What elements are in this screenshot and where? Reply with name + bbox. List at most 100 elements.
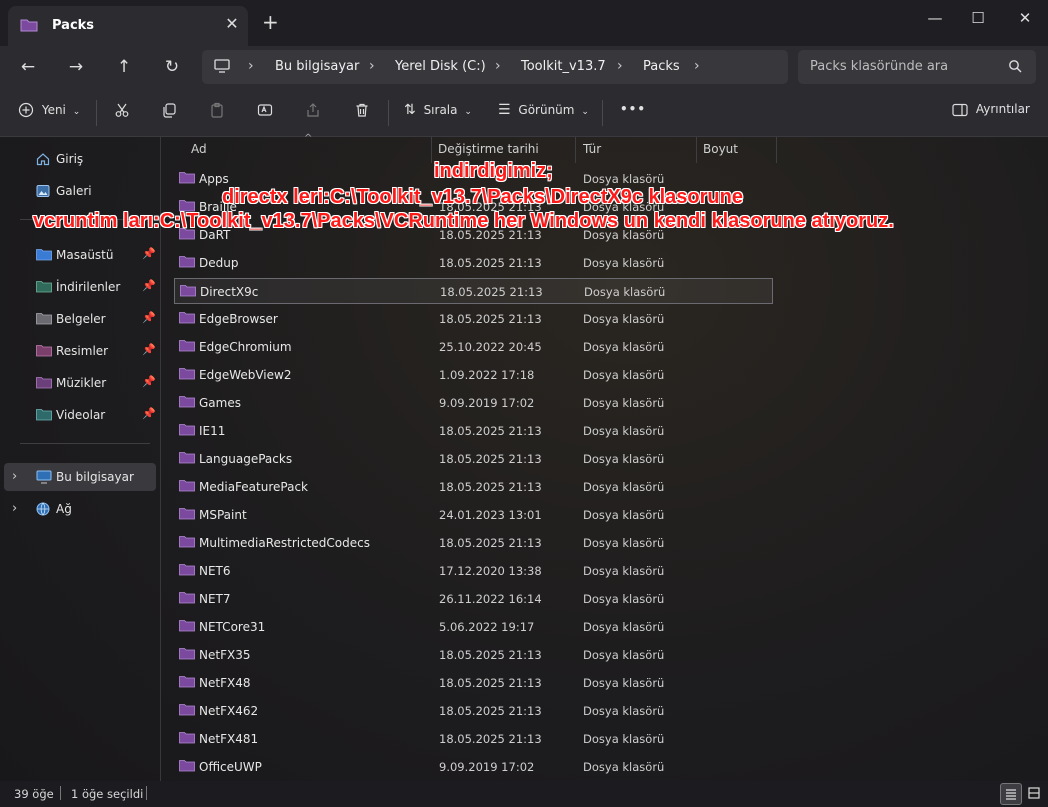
file-row-netfx481[interactable]: NetFX481 18.05.2025 21:13 Dosya klasörü xyxy=(174,726,772,752)
forward-arrow-icon[interactable]: → xyxy=(63,54,89,80)
rename-icon xyxy=(257,104,273,116)
details-view-button[interactable] xyxy=(1000,783,1022,805)
file-date: 18.05.2025 21:13 xyxy=(439,704,542,718)
pin-icon[interactable]: 📌 xyxy=(142,311,156,324)
breadcrumb-chevron-icon[interactable]: › xyxy=(694,58,700,74)
file-row-dedup[interactable]: Dedup 18.05.2025 21:13 Dosya klasörü xyxy=(174,250,772,276)
sidebar-item-this-pc[interactable]: › Bu bilgisayar xyxy=(4,463,156,491)
delete-button[interactable] xyxy=(354,102,370,122)
share-button[interactable] xyxy=(305,102,321,122)
copy-button[interactable] xyxy=(161,102,177,122)
breadcrumb-local-disk[interactable]: Yerel Disk (C:) xyxy=(395,59,486,74)
breadcrumb-packs[interactable]: Packs xyxy=(643,59,680,74)
file-row-edgewebview2[interactable]: EdgeWebView2 1.09.2022 17:18 Dosya klasörü xyxy=(174,362,772,388)
file-date: 24.01.2023 13:01 xyxy=(439,508,542,522)
search-input[interactable]: Packs klasöründe ara xyxy=(810,59,948,74)
selected-count: 1 öğe seçildi xyxy=(71,787,144,801)
paste-button[interactable] xyxy=(209,102,225,122)
file-row-netfx48[interactable]: NetFX48 18.05.2025 21:13 Dosya klasörü xyxy=(174,670,772,696)
file-name: Games xyxy=(199,396,241,410)
sidebar-item-label: Bu bilgisayar xyxy=(56,470,134,484)
file-name: Dedup xyxy=(199,256,239,270)
file-row-netfx462[interactable]: NetFX462 18.05.2025 21:13 Dosya klasörü xyxy=(174,698,772,724)
pin-icon[interactable]: 📌 xyxy=(142,279,156,292)
more-options-button[interactable]: ••• xyxy=(620,102,646,122)
item-count: 39 öğe xyxy=(14,787,54,801)
home-icon xyxy=(36,152,50,169)
file-row-net6[interactable]: NET6 17.12.2020 13:38 Dosya klasörü xyxy=(174,558,772,584)
refresh-icon[interactable]: ↻ xyxy=(159,54,185,80)
column-type[interactable]: Tür xyxy=(583,142,601,156)
file-name: NetFX462 xyxy=(199,704,259,718)
folder-icon xyxy=(179,619,195,635)
chevron-right-icon[interactable]: › xyxy=(12,501,17,516)
plus-circle-icon xyxy=(18,102,34,118)
minimize-button[interactable]: — xyxy=(920,8,950,28)
column-name[interactable]: Ad xyxy=(191,142,207,156)
file-row-officeuwp[interactable]: OfficeUWP 9.09.2019 17:02 Dosya klasörü xyxy=(174,754,772,780)
sidebar-item-desktop[interactable]: Masaüstü 📌 xyxy=(4,241,156,269)
file-row-ie11[interactable]: IE11 18.05.2025 21:13 Dosya klasörü xyxy=(174,418,772,444)
rename-button[interactable] xyxy=(257,102,273,122)
file-date: 18.05.2025 21:13 xyxy=(439,256,542,270)
file-type: Dosya klasörü xyxy=(583,480,665,494)
file-row-multimediarestrictedcodecs[interactable]: MultimediaRestrictedCodecs 18.05.2025 21:… xyxy=(174,530,772,556)
file-type: Dosya klasörü xyxy=(583,564,665,578)
sidebar-item-gallery[interactable]: Galeri xyxy=(4,177,156,205)
breadcrumb-chevron-icon: › xyxy=(369,58,375,74)
column-date[interactable]: Değiştirme tarihi xyxy=(438,142,539,156)
pin-icon[interactable]: 📌 xyxy=(142,343,156,356)
sidebar-item-pictures[interactable]: Resimler 📌 xyxy=(4,337,156,365)
close-button[interactable]: ✕ xyxy=(1010,8,1040,28)
sidebar-item-downloads[interactable]: İndirilenler 📌 xyxy=(4,273,156,301)
chevron-right-icon[interactable]: › xyxy=(12,469,17,484)
sidebar-item-videos[interactable]: Videolar 📌 xyxy=(4,401,156,429)
file-row-edgechromium[interactable]: EdgeChromium 25.10.2022 20:45 Dosya klasör… xyxy=(174,334,772,360)
sidebar-item-label: Galeri xyxy=(56,184,92,198)
tiles-view-button[interactable] xyxy=(1024,783,1044,803)
file-row-net7[interactable]: NET7 26.11.2022 16:14 Dosya klasörü xyxy=(174,586,772,612)
address-bar[interactable]: › Bu bilgisayar › Yerel Disk (C:) › Tool… xyxy=(202,50,788,84)
sidebar-item-network[interactable]: › Ağ xyxy=(4,495,156,523)
navigation-bar: ← → ↑ ↻ › Bu bilgisayar › Yerel Disk (C:… xyxy=(0,46,1048,88)
tiles-view-icon xyxy=(1028,787,1040,799)
breadcrumb-this-pc[interactable]: Bu bilgisayar xyxy=(275,59,359,74)
pin-icon[interactable]: 📌 xyxy=(142,407,156,420)
new-tab-icon[interactable]: + xyxy=(262,12,279,32)
pin-icon[interactable]: 📌 xyxy=(142,375,156,388)
tab-close-icon[interactable]: ✕ xyxy=(222,14,242,34)
column-size[interactable]: Boyut xyxy=(703,142,738,156)
pin-icon[interactable]: 📌 xyxy=(142,247,156,260)
column-separator[interactable] xyxy=(431,137,432,163)
file-row-netcore31[interactable]: NETCore31 5.06.2022 19:17 Dosya klasörü xyxy=(174,614,772,640)
sort-button[interactable]: ⇅ Sırala ⌄ xyxy=(404,102,472,122)
sidebar-item-home[interactable]: Giriş xyxy=(4,145,156,173)
sidebar-item-music[interactable]: Müzikler 📌 xyxy=(4,369,156,397)
cut-button[interactable] xyxy=(114,102,130,122)
sidebar-item-documents[interactable]: Belgeler 📌 xyxy=(4,305,156,333)
column-separator[interactable] xyxy=(776,137,777,163)
file-type: Dosya klasörü xyxy=(583,592,665,606)
search-box[interactable]: Packs klasöründe ara xyxy=(798,50,1036,84)
new-button[interactable]: Yeni ⌄ xyxy=(18,102,80,122)
file-row-edgebrowser[interactable]: EdgeBrowser 18.05.2025 21:13 Dosya klasörü xyxy=(174,306,772,332)
details-button[interactable]: Ayrıntılar xyxy=(952,102,1030,122)
folder-icon xyxy=(179,311,195,327)
column-separator[interactable] xyxy=(575,137,576,163)
file-row-directx9c[interactable]: DirectX9c 18.05.2025 21:13 Dosya klasörü xyxy=(174,278,773,304)
file-name: MediaFeaturePack xyxy=(199,480,308,494)
file-row-netfx35[interactable]: NetFX35 18.05.2025 21:13 Dosya klasörü xyxy=(174,642,772,668)
file-row-mediafeaturepack[interactable]: MediaFeaturePack 18.05.2025 21:13 Dosya kl… xyxy=(174,474,772,500)
breadcrumb-toolkit[interactable]: Toolkit_v13.7 xyxy=(521,59,606,74)
up-arrow-icon[interactable]: ↑ xyxy=(111,54,137,80)
back-arrow-icon[interactable]: ← xyxy=(15,54,41,80)
sidebar-item-label: İndirilenler xyxy=(56,280,121,294)
tab-packs[interactable]: Packs ✕ xyxy=(8,6,248,46)
file-row-games[interactable]: Games 9.09.2019 17:02 Dosya klasörü xyxy=(174,390,772,416)
maximize-button[interactable]: ☐ xyxy=(963,8,993,28)
file-row-languagepacks[interactable]: LanguagePacks 18.05.2025 21:13 Dosya klasö… xyxy=(174,446,772,472)
view-button[interactable]: ☰ Görünüm ⌄ xyxy=(498,102,589,122)
file-name: MultimediaRestrictedCodecs xyxy=(199,536,370,550)
file-row-mspaint[interactable]: MSPaint 24.01.2023 13:01 Dosya klasörü xyxy=(174,502,772,528)
column-separator[interactable] xyxy=(696,137,697,163)
